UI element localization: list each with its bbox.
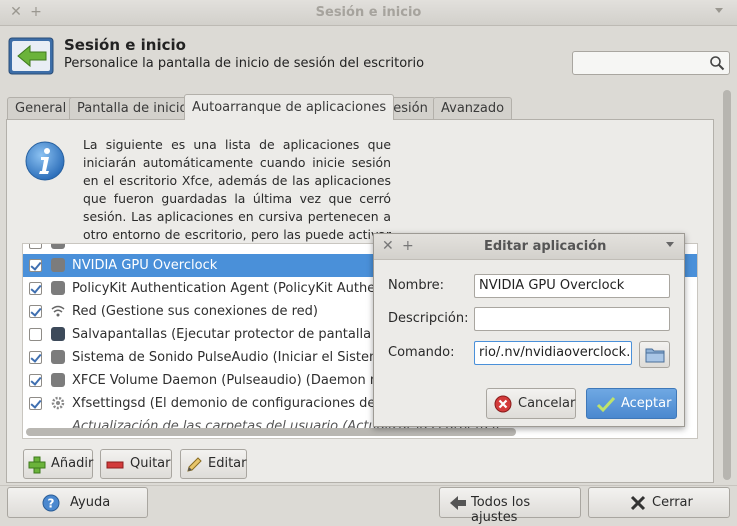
gear-icon <box>51 373 65 387</box>
tab-pantalla-de-inicio[interactable]: Pantalla de inicio <box>69 97 196 120</box>
vertical-scrollbar[interactable] <box>720 84 734 484</box>
description-field[interactable] <box>474 307 670 331</box>
window-menu-icon[interactable] <box>715 8 723 13</box>
edit-application-dialog: ✕ + Editar aplicación Nombre: NVIDIA GPU… <box>373 233 685 427</box>
help-button[interactable]: ? Ayuda <box>7 487 148 518</box>
name-field[interactable]: NVIDIA GPU Overclock <box>474 274 670 298</box>
description-label: Descripción: <box>388 311 469 326</box>
checkbox[interactable] <box>29 244 42 249</box>
svg-text:?: ? <box>48 497 55 511</box>
browse-button[interactable] <box>639 341 670 368</box>
close-button[interactable]: Cerrar <box>588 487 730 518</box>
plus-icon <box>28 456 46 474</box>
close-icon <box>630 495 646 511</box>
window-titlebar: ✕ + Sesión e inicio <box>0 0 737 26</box>
gear-icon <box>51 350 65 364</box>
check-icon <box>596 396 616 413</box>
checkbox[interactable] <box>29 328 42 341</box>
info-icon <box>25 141 65 181</box>
session-app-icon <box>8 37 54 75</box>
settings-icon <box>51 396 65 410</box>
monitor-icon <box>51 327 65 341</box>
search-input[interactable] <box>572 51 730 75</box>
checkbox[interactable] <box>29 374 42 387</box>
page-title: Sesión e inicio <box>64 36 186 54</box>
back-arrow-icon <box>450 496 466 510</box>
pencil-icon <box>187 457 202 472</box>
cancel-button[interactable]: Cancelar <box>486 388 576 419</box>
minus-icon <box>106 461 124 469</box>
tab-avanzado[interactable]: Avanzado <box>433 97 513 120</box>
gear-icon <box>51 244 65 249</box>
tab-general[interactable]: General <box>7 97 75 120</box>
tab-autoarranque[interactable]: Autoarranque de aplicaciones <box>184 94 395 120</box>
horizontal-scrollbar[interactable] <box>26 428 516 436</box>
divider <box>0 485 737 486</box>
gear-icon <box>51 258 65 272</box>
command-field[interactable]: rio/.nv/nvidiaoverclock.sh <box>474 341 632 365</box>
dialog-title: Editar aplicación <box>484 239 607 254</box>
checkbox[interactable] <box>29 351 42 364</box>
all-settings-button[interactable]: Todos los ajustes <box>439 487 581 525</box>
checkbox[interactable] <box>29 282 42 295</box>
name-label: Nombre: <box>388 278 445 293</box>
window-title: Sesión e inicio <box>315 5 422 20</box>
search-icon <box>710 56 725 71</box>
cancel-icon <box>494 395 512 413</box>
command-label: Comando: <box>388 345 455 360</box>
chevron-down-icon[interactable] <box>666 242 674 247</box>
folder-icon <box>645 348 665 363</box>
page-subtitle: Personalice la pantalla de inicio de ses… <box>64 56 425 71</box>
checkbox[interactable] <box>29 259 42 272</box>
close-icon[interactable]: ✕ <box>382 238 394 254</box>
wifi-icon <box>51 305 65 317</box>
help-icon: ? <box>42 494 60 512</box>
accept-button[interactable]: Aceptar <box>586 388 677 419</box>
checkbox[interactable] <box>29 305 42 318</box>
pin-icon[interactable]: + <box>402 238 414 254</box>
remove-button[interactable]: Quitar <box>100 449 172 479</box>
add-button[interactable]: Añadir <box>23 449 93 479</box>
checkbox[interactable] <box>29 397 42 410</box>
dialog-titlebar: ✕ + Editar aplicación <box>374 234 684 260</box>
gear-icon <box>51 281 65 295</box>
edit-button[interactable]: Editar <box>180 449 247 479</box>
